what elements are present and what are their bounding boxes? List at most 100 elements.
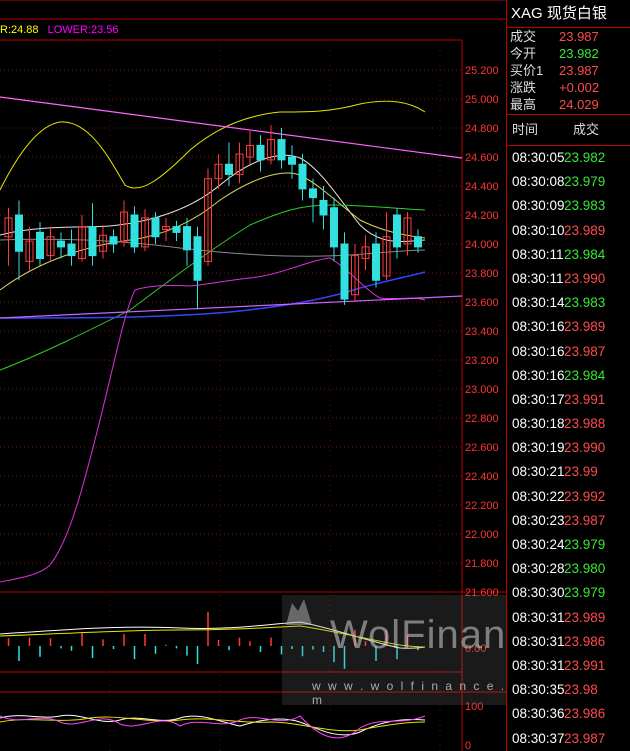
tick-price: 23.987 <box>564 730 606 746</box>
tick-price: 23.990 <box>564 270 606 286</box>
tick-row: 08:30:14 23.983 <box>507 291 630 315</box>
price-axis-label: 25.200 <box>465 65 499 77</box>
quote-row: 买价1 23.987 <box>507 62 630 79</box>
tick-time: 08:30:08 <box>512 174 565 190</box>
price-axis-label: 24.800 <box>465 123 499 135</box>
ma-blue-line <box>0 271 426 319</box>
price-axis-label: 22.000 <box>465 529 499 541</box>
quote-value: 23.987 <box>559 29 599 44</box>
tick-row: 08:30:30 23.979 <box>507 581 630 605</box>
tick-price: 23.983 <box>564 295 606 311</box>
tick-price: 23.98 <box>564 682 598 698</box>
quote-value: +0.002 <box>559 80 600 95</box>
candle-body <box>319 200 328 216</box>
candle-body <box>15 214 23 252</box>
tick-price: 23.992 <box>564 488 606 504</box>
tick-time: 08:30:28 <box>512 561 565 577</box>
tick-row: 08:30:16 23.987 <box>507 340 630 364</box>
tick-time: 08:30:36 <box>512 706 565 722</box>
tick-price: 23.984 <box>564 367 606 383</box>
tick-price: 23.99 <box>564 464 598 480</box>
quote-value: 23.982 <box>559 46 599 61</box>
bollinger-middle-line <box>0 154 426 242</box>
tick-time: 08:30:31 <box>512 609 565 625</box>
candle-body <box>330 207 338 248</box>
quote-row: 今开 23.982 <box>507 45 630 62</box>
tick-time: 08:30:37 <box>512 730 565 746</box>
quote-row: 最高 24.029 <box>507 96 630 113</box>
price-axis-label: 22.400 <box>465 471 499 483</box>
candle-body <box>340 243 349 300</box>
tick-price: 23.991 <box>564 657 606 673</box>
tick-row: 08:30:09 23.983 <box>507 194 630 218</box>
tick-row: 08:30:31 23.991 <box>507 654 630 678</box>
kdj-k-line <box>0 714 426 736</box>
tick-row: 08:30:24 23.979 <box>507 533 630 557</box>
tick-list[interactable]: 08:30:05 23.982 08:30:08 23.979 08:30:09 23.9… <box>507 146 630 751</box>
tick-row: 08:30:11 23.984 <box>507 243 630 267</box>
wolf-logo-icon <box>286 599 312 625</box>
tick-time: 08:30:11 <box>512 270 564 286</box>
tick-price: 23.982 <box>564 150 606 165</box>
tick-price: 23.984 <box>564 246 606 262</box>
candle-body <box>109 236 118 245</box>
tick-row: 08:30:35 23.98 <box>507 678 630 702</box>
tick-row: 08:30:05 23.982 <box>507 146 630 170</box>
price-axis-label: 22.800 <box>465 413 499 425</box>
candle-body <box>183 226 191 251</box>
tick-row: 08:30:37 23.987 <box>507 727 630 751</box>
price-axis-label: 23.400 <box>465 326 499 338</box>
candle-body <box>130 214 139 248</box>
tick-row: 08:30:36 23.986 <box>507 702 630 726</box>
kdj-d-line <box>0 716 426 732</box>
candle-body <box>172 226 181 233</box>
tick-time: 08:30:11 <box>512 246 564 262</box>
price-axis-label: 25.000 <box>465 94 499 106</box>
symbol-title[interactable]: XAG 现货白银 <box>507 0 630 28</box>
candle-body <box>309 188 317 199</box>
tick-time: 08:30:16 <box>512 319 565 335</box>
tick-row: 08:30:11 23.990 <box>507 267 630 291</box>
candle-body <box>67 243 76 257</box>
quote-panel: XAG 现货白银 成交 23.987 今开 23.982 买价1 23.987 涨跌 +0.0… <box>506 0 630 751</box>
tick-price: 23.988 <box>564 416 606 432</box>
kdj-axis-label: 0 <box>465 740 471 751</box>
price-axis-label: 23.000 <box>465 384 499 396</box>
price-axis-label: 23.800 <box>465 268 499 280</box>
quote-label: 成交 <box>510 29 537 44</box>
quote-label: 买价1 <box>510 63 544 78</box>
tick-price: 23.989 <box>564 222 606 238</box>
tick-time: 08:30:19 <box>512 440 565 456</box>
candle-body <box>225 163 233 175</box>
ticks-header-time: 时间 <box>512 122 539 137</box>
candle-body <box>36 231 44 259</box>
chart-area[interactable]: 25.200 25.000 24.800 24.600 24.400 24.200 24.0… <box>0 0 550 751</box>
tick-row: 08:30:21 23.99 <box>507 460 630 484</box>
tick-price: 23.979 <box>564 585 606 601</box>
tick-price: 23.987 <box>564 512 606 528</box>
tick-price: 23.987 <box>564 343 606 359</box>
candle-body <box>298 163 307 190</box>
price-axis-label: 22.600 <box>465 442 499 454</box>
tick-row: 08:30:17 23.991 <box>507 388 630 412</box>
candle-body <box>256 144 265 161</box>
price-axis-label: 21.800 <box>465 558 499 570</box>
tick-time: 08:30:22 <box>512 488 565 504</box>
quote-label: 最高 <box>510 97 537 112</box>
bollinger-upper-label: R:24.88 <box>0 24 39 36</box>
bollinger-legend: R:24.88 LOWER:23.56 <box>0 24 125 36</box>
bollinger-upper-line <box>0 100 426 191</box>
candle-body <box>277 139 286 161</box>
tick-time: 08:30:30 <box>512 585 565 601</box>
candle-body <box>393 214 401 248</box>
tick-row: 08:30:22 23.992 <box>507 485 630 509</box>
tick-row: 08:30:19 23.990 <box>507 436 630 460</box>
quote-value: 24.029 <box>559 97 599 112</box>
quote-row: 涨跌 +0.002 <box>507 79 630 96</box>
tick-price: 23.986 <box>564 706 606 722</box>
price-axis-label: 23.600 <box>465 297 499 309</box>
tick-price: 23.986 <box>564 633 606 649</box>
tick-row: 08:30:18 23.988 <box>507 412 630 436</box>
tick-price: 23.979 <box>564 537 606 552</box>
tick-row: 08:30:16 23.989 <box>507 315 630 339</box>
